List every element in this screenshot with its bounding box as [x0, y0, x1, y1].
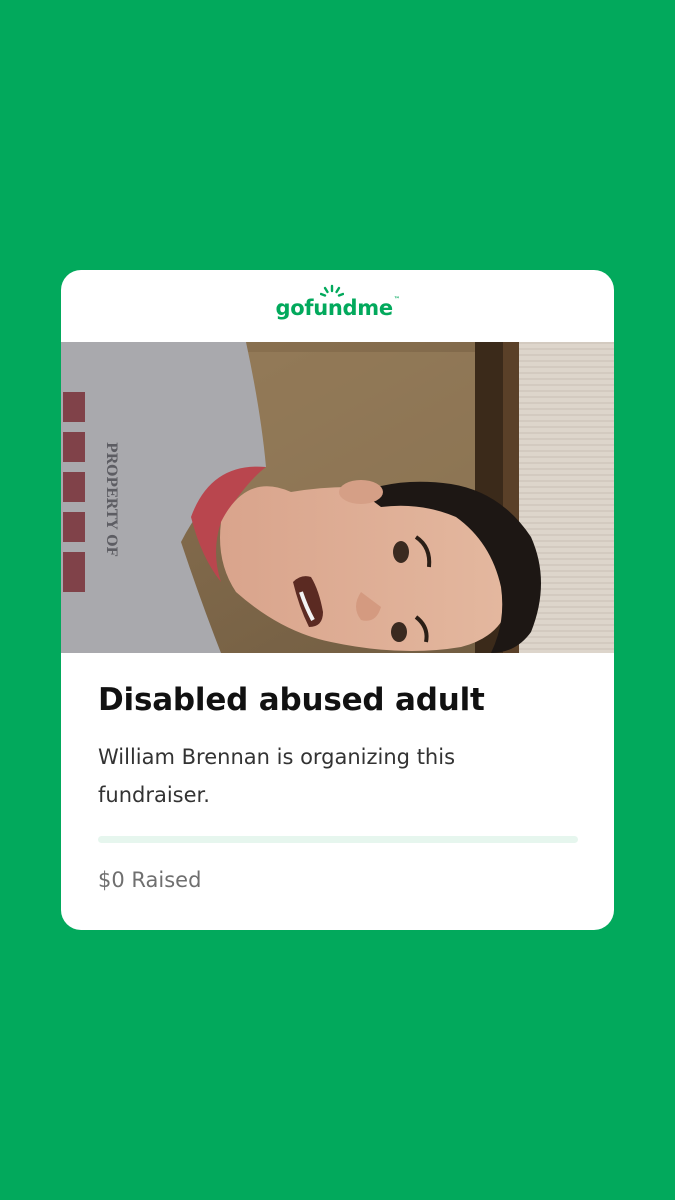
shirt-print-text: PROPERTY OF	[103, 442, 119, 556]
logo-text: gofundme	[275, 296, 394, 320]
fundraiser-card[interactable]: gofundme™ PROPERTY OF Disabled abused ad…	[61, 270, 614, 930]
fundraiser-photo-image: PROPERTY OF	[61, 342, 614, 653]
logo-trademark: ™	[393, 296, 400, 303]
logo-bar: gofundme™	[61, 270, 614, 342]
amount-raised: $0 Raised	[98, 868, 202, 892]
progress-bar	[98, 836, 578, 843]
sun-rays-icon	[319, 284, 344, 297]
gofundme-logo: gofundme™	[61, 284, 614, 320]
organizer-text: William Brennan is organizing this fundr…	[98, 745, 456, 807]
fundraiser-photo[interactable]: PROPERTY OF	[61, 342, 614, 653]
fundraiser-title[interactable]: Disabled abused adult	[98, 682, 485, 718]
